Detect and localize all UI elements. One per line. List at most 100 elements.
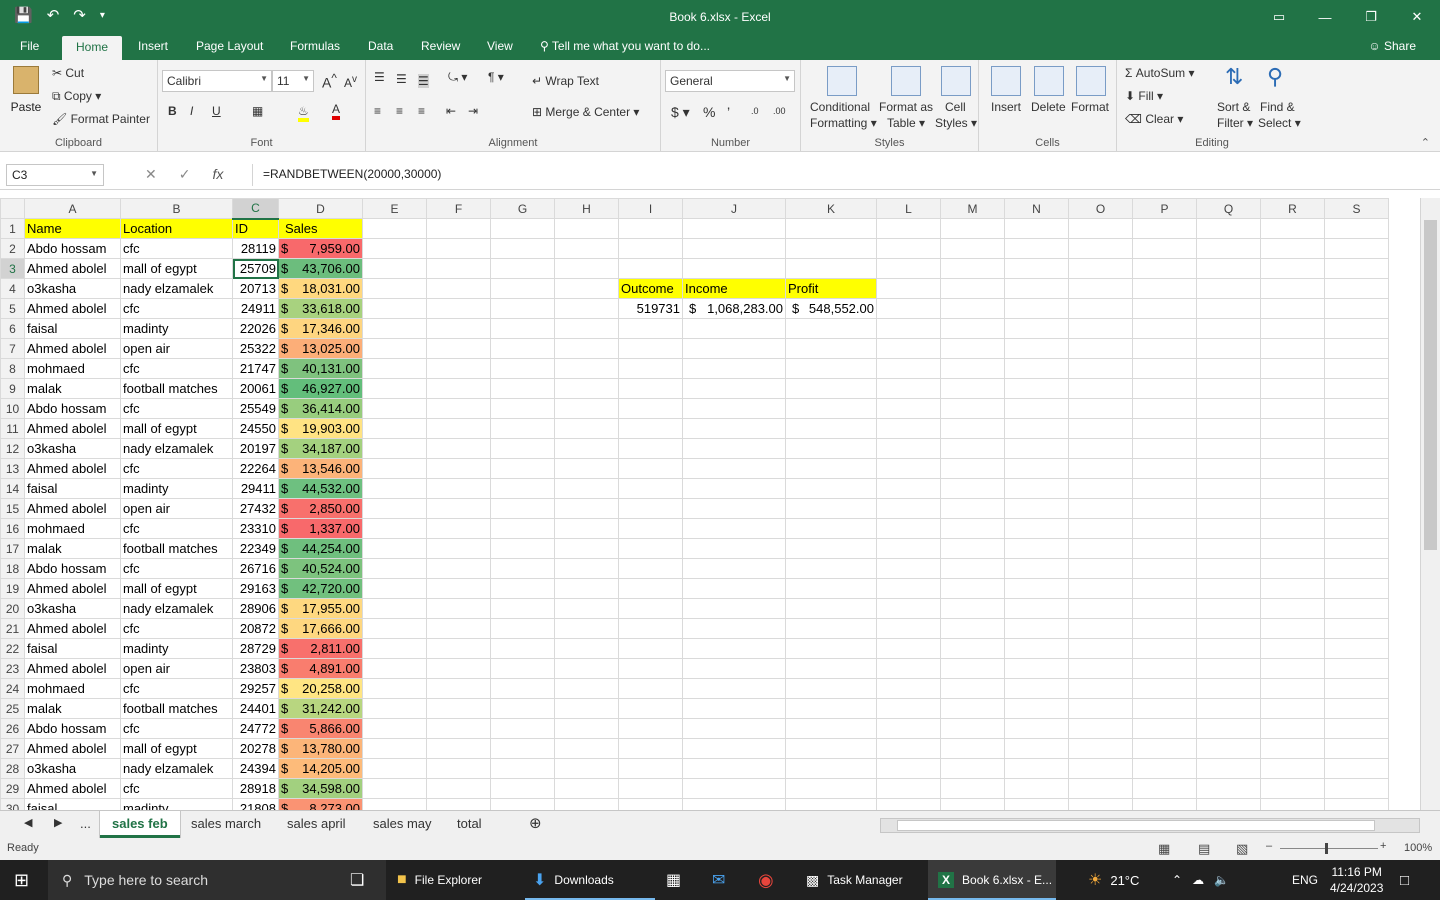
cell[interactable] (1068, 518, 1133, 539)
cell-id[interactable]: 20061 (232, 378, 279, 399)
sheet-tab-sales-may[interactable]: sales may (373, 816, 432, 831)
cell[interactable] (940, 258, 1005, 279)
cell[interactable] (554, 258, 619, 279)
cell-sales[interactable]: $18,031.00 (278, 278, 363, 299)
column-header[interactable]: R (1260, 198, 1325, 219)
cell[interactable] (1324, 738, 1389, 759)
cell-name[interactable]: faisal (24, 638, 121, 659)
cell[interactable] (554, 638, 619, 659)
start-button[interactable]: ⊞ (14, 860, 29, 900)
cell-sales[interactable]: $42,720.00 (278, 578, 363, 599)
cell[interactable] (554, 798, 619, 810)
row-header[interactable]: 5 (0, 298, 25, 319)
cell[interactable] (1324, 778, 1389, 799)
cell[interactable] (1132, 538, 1197, 559)
cell-income-label[interactable]: Income (682, 278, 786, 299)
cell[interactable] (362, 698, 427, 719)
cell[interactable] (785, 658, 877, 679)
cell[interactable] (1196, 638, 1261, 659)
cell[interactable] (426, 638, 491, 659)
cell[interactable] (682, 578, 786, 599)
row-header[interactable]: 16 (0, 518, 25, 539)
cell[interactable] (490, 498, 555, 519)
cell[interactable] (1324, 398, 1389, 419)
cell[interactable] (1260, 318, 1325, 339)
cell[interactable] (1196, 498, 1261, 519)
cell-name[interactable]: Ahmed abolel (24, 458, 121, 479)
cell-id[interactable]: 22349 (232, 538, 279, 559)
cell[interactable] (490, 478, 555, 499)
cell[interactable] (362, 238, 427, 259)
tab-insert[interactable]: Insert (138, 39, 168, 53)
cell[interactable] (490, 418, 555, 439)
cell-location[interactable]: football matches (120, 698, 233, 719)
cell[interactable] (1132, 298, 1197, 319)
cell[interactable] (940, 638, 1005, 659)
prev-sheet-icon[interactable]: ◀ (24, 816, 32, 829)
cell[interactable] (1324, 318, 1389, 339)
cell[interactable] (490, 458, 555, 479)
cell[interactable] (785, 438, 877, 459)
cell[interactable] (876, 578, 941, 599)
cell[interactable] (940, 378, 1005, 399)
cell-sales[interactable]: $40,524.00 (278, 558, 363, 579)
cell[interactable] (1260, 278, 1325, 299)
cell-name[interactable]: malak (24, 538, 121, 559)
cell[interactable] (876, 338, 941, 359)
row-header[interactable]: 17 (0, 538, 25, 559)
cell[interactable] (1132, 578, 1197, 599)
cell[interactable] (1004, 578, 1069, 599)
cell-location[interactable]: cfc (120, 718, 233, 739)
cell[interactable] (618, 578, 683, 599)
cell[interactable] (1196, 698, 1261, 719)
cell[interactable] (940, 678, 1005, 699)
cell[interactable] (1068, 318, 1133, 339)
cell[interactable] (1004, 698, 1069, 719)
bold-icon[interactable]: B (168, 104, 177, 118)
cell[interactable] (554, 458, 619, 479)
cell-profit-label[interactable]: Profit (785, 278, 877, 299)
cell[interactable] (1132, 338, 1197, 359)
cell[interactable] (426, 778, 491, 799)
cell[interactable] (1260, 638, 1325, 659)
column-header[interactable]: J (682, 198, 786, 219)
cell-name[interactable]: o3kasha (24, 278, 121, 299)
cell-location[interactable]: cfc (120, 618, 233, 639)
cell[interactable] (1004, 618, 1069, 639)
cell[interactable] (785, 398, 877, 419)
cell[interactable] (1196, 358, 1261, 379)
cell[interactable] (785, 798, 877, 810)
cell[interactable] (682, 538, 786, 559)
cell-styles-icon[interactable] (941, 66, 971, 96)
cell-id[interactable]: 21747 (232, 358, 279, 379)
cell-name[interactable]: o3kasha (24, 758, 121, 779)
cell[interactable] (554, 278, 619, 299)
cell[interactable] (1068, 798, 1133, 810)
column-header[interactable]: G (490, 198, 555, 219)
cell[interactable] (554, 778, 619, 799)
cell-name[interactable]: Ahmed abolel (24, 258, 121, 279)
cell[interactable] (554, 538, 619, 559)
cell[interactable] (1324, 418, 1389, 439)
cell[interactable] (618, 498, 683, 519)
cell[interactable] (1324, 478, 1389, 499)
column-header[interactable]: B (120, 198, 233, 219)
cell[interactable] (1324, 618, 1389, 639)
cell[interactable] (1196, 538, 1261, 559)
next-sheet-icon[interactable]: ▶ (54, 816, 62, 829)
cell[interactable] (940, 558, 1005, 579)
cell[interactable] (490, 638, 555, 659)
cell[interactable] (426, 458, 491, 479)
enter-icon[interactable]: ✓ (179, 166, 191, 183)
cell[interactable] (940, 518, 1005, 539)
cell[interactable] (785, 218, 877, 239)
cell[interactable] (1260, 478, 1325, 499)
cell[interactable] (426, 738, 491, 759)
cell[interactable] (618, 558, 683, 579)
cell[interactable] (362, 418, 427, 439)
cell-sales[interactable]: $5,866.00 (278, 718, 363, 739)
cell[interactable] (618, 518, 683, 539)
cell[interactable] (426, 278, 491, 299)
cell[interactable] (490, 538, 555, 559)
cell[interactable] (426, 798, 491, 810)
